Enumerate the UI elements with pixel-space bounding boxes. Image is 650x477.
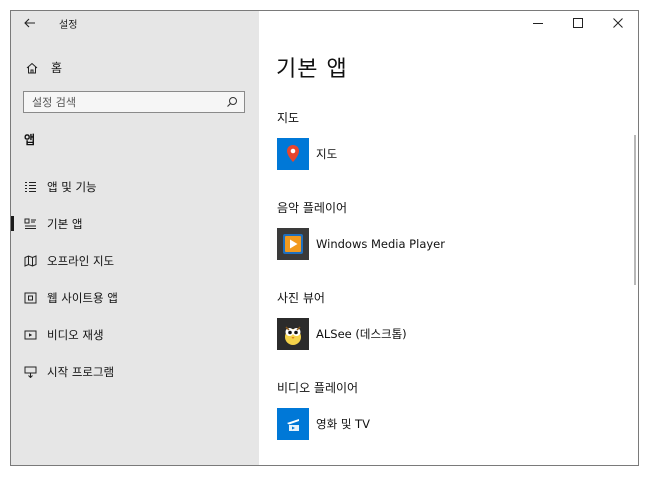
sidebar: 설정 홈 앱 앱 및 기능 기본 앱 — [11, 11, 259, 465]
default-app-maps[interactable]: 지도 — [277, 138, 337, 170]
main-content: 기본 앱 지도 지도 음악 플레이어 Windows Media Player … — [259, 11, 638, 465]
titlebar-left: 설정 — [11, 11, 259, 35]
sidebar-item-label: 시작 프로그램 — [47, 364, 115, 379]
default-app-name: 영화 및 TV — [316, 417, 370, 431]
minimize-button[interactable] — [518, 11, 558, 35]
scrollbar[interactable] — [634, 135, 636, 285]
video-playback-icon — [23, 328, 37, 342]
sidebar-item-label: 오프라인 지도 — [47, 253, 115, 268]
home-icon — [26, 62, 38, 73]
sidebar-item-default-apps[interactable]: 기본 앱 — [11, 205, 259, 242]
sidebar-item-label: 기본 앱 — [47, 216, 83, 231]
page-title: 기본 앱 — [276, 57, 348, 82]
startup-icon — [23, 365, 37, 379]
default-app-music-player[interactable]: Windows Media Player — [277, 228, 445, 260]
maximize-icon — [573, 18, 583, 28]
sidebar-item-apps-features[interactable]: 앱 및 기능 — [11, 168, 259, 205]
sidebar-item-offline-maps[interactable]: 오프라인 지도 — [11, 242, 259, 279]
search-input[interactable] — [32, 95, 222, 109]
home-link[interactable]: 홈 — [25, 59, 62, 76]
sidebar-item-label: 비디오 재생 — [47, 327, 104, 342]
search-icon[interactable] — [226, 96, 238, 108]
group-label-music-player: 음악 플레이어 — [277, 201, 348, 215]
group-label-video-player: 비디오 플레이어 — [277, 381, 359, 395]
sidebar-nav: 앱 및 기능 기본 앱 오프라인 지도 웹 사이트용 앱 비디오 재생 시작 프… — [11, 168, 259, 390]
group-label-maps: 지도 — [277, 111, 300, 125]
movies-tv-icon — [277, 408, 309, 440]
search-box[interactable] — [23, 91, 245, 113]
maps-app-icon — [277, 138, 309, 170]
sidebar-item-label: 앱 및 기능 — [47, 179, 97, 194]
close-button[interactable] — [598, 11, 638, 35]
maximize-button[interactable] — [558, 11, 598, 35]
default-app-photo-viewer[interactable]: ALSee (데스크톱) — [277, 318, 407, 350]
sidebar-item-apps-for-websites[interactable]: 웹 사이트용 앱 — [11, 279, 259, 316]
offline-maps-icon — [23, 254, 37, 268]
window-controls — [518, 11, 638, 35]
windows-media-player-icon — [277, 228, 309, 260]
home-label: 홈 — [51, 61, 63, 75]
sidebar-item-label: 웹 사이트용 앱 — [47, 290, 118, 305]
default-app-name: ALSee (데스크톱) — [316, 327, 407, 341]
default-app-name: Windows Media Player — [316, 237, 445, 251]
settings-window: 설정 홈 앱 앱 및 기능 기본 앱 — [10, 10, 639, 466]
back-button[interactable] — [19, 13, 41, 33]
default-app-video-player[interactable]: 영화 및 TV — [277, 408, 370, 440]
close-icon — [613, 18, 623, 28]
app-title: 설정 — [59, 20, 78, 31]
apps-features-icon — [23, 180, 37, 194]
back-arrow-icon — [24, 18, 35, 28]
minimize-icon — [533, 23, 543, 24]
apps-for-websites-icon — [23, 291, 37, 305]
default-apps-icon — [23, 217, 37, 231]
default-app-name: 지도 — [316, 147, 338, 161]
sidebar-section-title: 앱 — [24, 133, 36, 147]
sidebar-item-video-playback[interactable]: 비디오 재생 — [11, 316, 259, 353]
sidebar-item-startup[interactable]: 시작 프로그램 — [11, 353, 259, 390]
group-label-photo-viewer: 사진 뷰어 — [277, 291, 325, 305]
alsee-icon — [277, 318, 309, 350]
